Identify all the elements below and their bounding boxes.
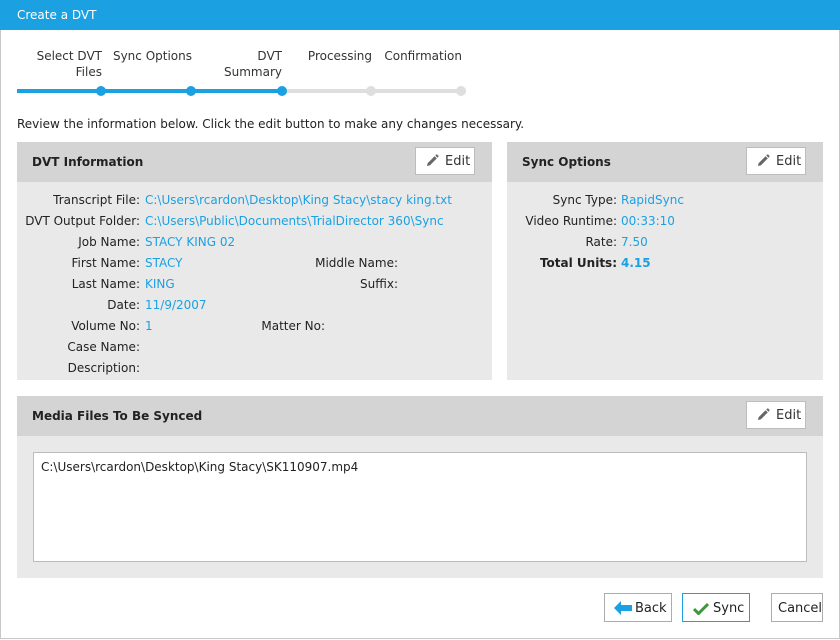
middle-name-label: Middle Name:: [315, 256, 398, 270]
step-dot-1: [96, 86, 106, 96]
title-bar: Create a DVT: [0, 0, 840, 30]
rate-label: Rate:: [585, 235, 617, 249]
pencil-icon: [427, 154, 439, 166]
total-units-value: 4.15: [621, 256, 651, 270]
date-value: 11/9/2007: [145, 298, 207, 312]
cancel-button[interactable]: Cancel: [771, 593, 823, 622]
checkmark-icon: [693, 602, 709, 615]
step-dot-2: [186, 86, 196, 96]
job-name-label: Job Name:: [78, 235, 140, 249]
video-runtime-value: 00:33:10: [621, 214, 675, 228]
first-name-label: First Name:: [71, 256, 140, 270]
case-name-label: Case Name:: [67, 340, 140, 354]
panel-header: Media Files To Be Synced Edit: [17, 396, 823, 436]
step-confirmation: Confirmation: [384, 49, 462, 63]
sync-type-label: Sync Type:: [552, 193, 617, 207]
back-button[interactable]: Back: [604, 593, 672, 622]
output-folder-label: DVT Output Folder:: [25, 214, 140, 228]
pencil-icon: [758, 154, 770, 166]
edit-sync-options-button[interactable]: Edit: [746, 147, 806, 175]
panel-title: DVT Information: [32, 155, 144, 169]
sync-options-panel: Sync Options Edit Sync Type: RapidSync V…: [507, 142, 823, 380]
media-files-list[interactable]: C:\Users\rcardon\Desktop\King Stacy\SK11…: [33, 452, 807, 562]
pencil-icon: [758, 408, 770, 420]
list-item[interactable]: C:\Users\rcardon\Desktop\King Stacy\SK11…: [41, 460, 358, 474]
panel-title: Media Files To Be Synced: [32, 409, 203, 423]
total-units-label: Total Units:: [539, 256, 617, 270]
step-select-dvt-files: Select DVT Files: [36, 49, 102, 79]
panel-header: DVT Information Edit: [17, 142, 492, 182]
first-name-value: STACY: [145, 256, 183, 270]
step-dvt-summary: DVT Summary: [224, 49, 282, 79]
edit-media-files-button[interactable]: Edit: [746, 401, 806, 429]
dvt-information-panel: DVT Information Edit Transcript File: C:…: [17, 142, 492, 380]
matter-no-label: Matter No:: [261, 319, 325, 333]
last-name-label: Last Name:: [71, 277, 140, 291]
sync-type-value: RapidSync: [621, 193, 684, 207]
step-processing: Processing: [307, 49, 372, 63]
suffix-label: Suffix:: [360, 277, 398, 291]
step-dot-5: [456, 86, 466, 96]
window-title: Create a DVT: [17, 8, 97, 22]
volume-no-value: 1: [145, 319, 153, 333]
description-label: Description:: [67, 361, 140, 375]
step-dot-4: [366, 86, 376, 96]
transcript-file-label: Transcript File:: [53, 193, 140, 207]
arrow-left-icon: [614, 601, 632, 615]
job-name-value: STACY KING 02: [145, 235, 236, 249]
step-dot-3: [277, 86, 287, 96]
rate-value: 7.50: [621, 235, 648, 249]
output-folder-value: C:\Users\Public\Documents\TrialDirector …: [145, 214, 444, 228]
step-sync-options: Sync Options: [112, 49, 192, 63]
instructions-text: Review the information below. Click the …: [17, 117, 525, 131]
step-progress-complete: [17, 89, 282, 93]
transcript-file-value: C:\Users\rcardon\Desktop\King Stacy\stac…: [145, 193, 452, 207]
date-label: Date:: [107, 298, 140, 312]
panel-header: Sync Options Edit: [507, 142, 823, 182]
sync-button[interactable]: Sync: [682, 593, 750, 622]
video-runtime-label: Video Runtime:: [525, 214, 617, 228]
last-name-value: KING: [145, 277, 175, 291]
media-files-panel: Media Files To Be Synced Edit C:\Users\r…: [17, 396, 823, 578]
volume-no-label: Volume No:: [71, 319, 140, 333]
panel-title: Sync Options: [522, 155, 611, 169]
edit-dvt-info-button[interactable]: Edit: [415, 147, 475, 175]
